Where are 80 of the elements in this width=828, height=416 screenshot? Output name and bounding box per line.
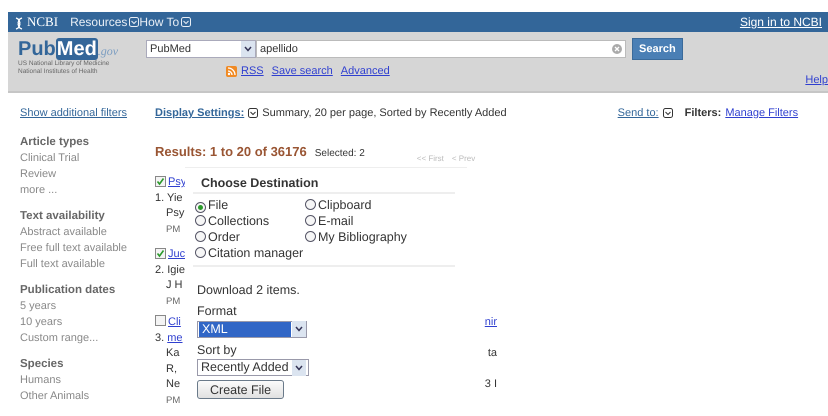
search-field[interactable]: apellido (256, 40, 626, 58)
dropdown-icon (181, 17, 192, 27)
citation-text: Ka (166, 347, 180, 359)
citation-text: Ne (166, 378, 180, 390)
filter-heading: Article types (20, 134, 90, 150)
article-title-link[interactable]: Psy (168, 176, 186, 188)
filter-link[interactable]: Humans (20, 372, 148, 388)
radio-option[interactable]: Clipboard (305, 197, 455, 213)
download-text: Download 2 items. (197, 282, 301, 299)
citation-text: R, (166, 362, 177, 374)
results-heading: Results: 1 to 20 of 36176 (155, 142, 307, 160)
filters-link[interactable]: Show additional filters (20, 105, 140, 122)
citation-text: Igie (167, 264, 185, 276)
checkbox[interactable] (155, 315, 166, 326)
filter-heading: Text availability (20, 208, 106, 224)
sign-in-link[interactable]: Sign in to NCBI (740, 13, 822, 31)
ncbi-logo[interactable]: NCBI (27, 12, 58, 32)
citation-text: Yie (167, 192, 183, 204)
dropdown-icon (129, 17, 140, 27)
filter-link[interactable]: Free full text available (20, 240, 148, 256)
filter-link[interactable]: Clinical Trial (20, 150, 148, 166)
result-number: 3. (155, 332, 166, 344)
manage-filters-link[interactable]: Manage Filters (725, 105, 798, 122)
filter-heading: Publication dates (20, 282, 116, 298)
create-file-button[interactable]: Create File (197, 380, 284, 400)
dropdown-icon (248, 108, 258, 118)
radio-option[interactable]: Citation manager (195, 245, 305, 261)
radio-option[interactable]: My Bibliography (305, 229, 455, 245)
rss-icon (226, 63, 237, 80)
result-number: 2. (155, 264, 166, 276)
radio-option[interactable]: E-mail (305, 213, 455, 229)
header-link[interactable]: RSS (241, 63, 264, 80)
header-link[interactable]: Save search (272, 63, 333, 80)
filter-link[interactable]: Other Animals (20, 388, 148, 404)
citation-text: J H (166, 279, 182, 291)
selected-count: Selected: 2 (314, 147, 365, 161)
radio-option[interactable]: Collections (195, 213, 305, 229)
pmid-text: PM (166, 394, 180, 406)
dropdown-icon (662, 108, 673, 118)
citation-text: Psy (166, 207, 184, 219)
citation-text: ta (488, 346, 497, 361)
filter-heading: Species (20, 356, 64, 372)
filter-link[interactable]: 10 years (20, 314, 148, 330)
article-title-link[interactable]: nir (484, 315, 497, 330)
article-title-link[interactable]: me (167, 332, 183, 344)
radio-option[interactable]: Order (195, 229, 305, 245)
format-label: Format (197, 302, 238, 320)
help-link[interactable]: Help (805, 72, 828, 91)
database-select[interactable]: PubMed (146, 40, 256, 58)
display-settings-link[interactable]: Display Settings: (155, 105, 244, 122)
citation-text: 3 I (484, 377, 497, 392)
checkbox[interactable] (155, 176, 166, 187)
filter-link[interactable]: Abstract available (20, 224, 148, 240)
caret-icon[interactable] (244, 46, 252, 52)
caret-icon[interactable] (295, 326, 303, 332)
caret-icon[interactable] (294, 364, 303, 371)
filter-link[interactable]: Custom range... (20, 330, 148, 346)
menu-label[interactable]: Resources (70, 13, 128, 31)
pmid-text: PM (166, 296, 180, 306)
filter-link[interactable]: Review (20, 166, 148, 182)
article-title-link[interactable]: Juc (168, 248, 186, 260)
sort-select[interactable]: Recently Added (197, 359, 309, 376)
radio-option[interactable]: File (195, 197, 305, 213)
send-to-link[interactable]: Send to: (618, 105, 659, 122)
menu-label[interactable]: How To (139, 13, 180, 31)
format-select[interactable]: XML (197, 320, 307, 338)
checkbox[interactable] (155, 248, 166, 259)
article-title-link[interactable]: Cli (168, 316, 181, 328)
display-settings-summary: Summary, 20 per page, Sorted by Recently Added (262, 106, 507, 121)
pmid-text: PM (166, 224, 180, 234)
filters-label: Filters: (684, 106, 722, 121)
pubmed-logo[interactable]: PubMed.gov (18, 38, 130, 60)
result-number: 1. (155, 192, 166, 204)
sort-label: Sort by (197, 342, 238, 359)
filter-link[interactable]: Full text available (20, 256, 148, 272)
filter-link[interactable]: more ... (20, 182, 148, 198)
popup-title: Choose Destination (193, 174, 455, 194)
header-link[interactable]: Advanced (340, 63, 390, 80)
filter-link[interactable]: 5 years (20, 298, 148, 314)
search-button[interactable]: Search (632, 38, 683, 60)
